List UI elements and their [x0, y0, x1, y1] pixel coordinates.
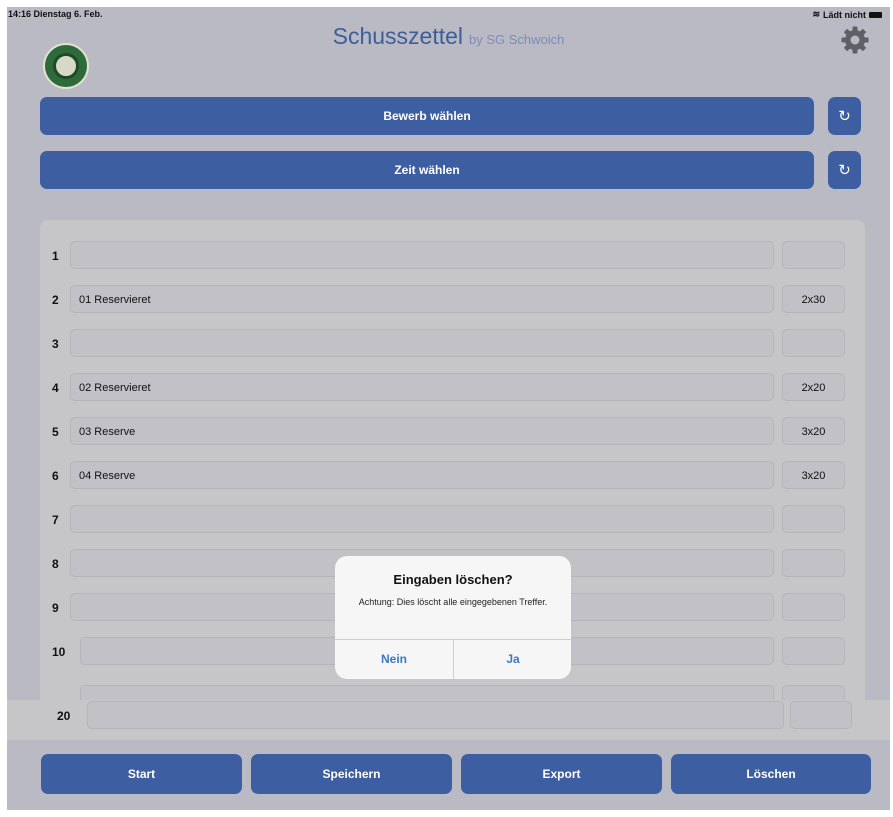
dialog-message: Achtung: Dies löscht alle eingegebenen T…: [358, 597, 548, 607]
delete-confirm-dialog: Eingaben löschen? Achtung: Dies löscht a…: [335, 556, 571, 679]
row-count-field[interactable]: [782, 593, 845, 621]
list-row: 4 02 Reservieret 2x20: [40, 373, 865, 403]
row-count-field[interactable]: 2x20: [782, 373, 845, 401]
status-time-date: 14:16 Dienstag 6. Feb.: [8, 9, 103, 19]
row-count-field[interactable]: 3x20: [782, 417, 845, 445]
bewerb-reset-button[interactable]: ↻: [828, 97, 861, 135]
reset-icon: ↻: [838, 108, 851, 125]
row-count-field[interactable]: 2x30: [782, 285, 845, 313]
gear-icon[interactable]: [840, 25, 870, 55]
row-name-field[interactable]: 01 Reservieret: [70, 285, 774, 313]
dialog-yes-button[interactable]: Ja: [454, 640, 571, 679]
bewerb-select-button[interactable]: Bewerb wählen: [40, 97, 814, 135]
row-name-field[interactable]: 03 Reserve: [70, 417, 774, 445]
row-count-field[interactable]: [782, 241, 845, 269]
list-row: 7: [40, 505, 865, 535]
app-title: Schusszettel by SG Schwoich: [7, 23, 890, 50]
wifi-icon: ≋: [812, 9, 820, 19]
status-bar: 14:16 Dienstag 6. Feb. ≋ Lädt nicht: [7, 7, 890, 23]
zeit-select-button[interactable]: Zeit wählen: [40, 151, 814, 189]
row-name-field[interactable]: [70, 241, 774, 269]
export-button[interactable]: Export: [461, 754, 662, 794]
logo-emblem: [53, 53, 79, 79]
list-row: 5 03 Reserve 3x20: [40, 417, 865, 447]
status-right: ≋ Lädt nicht: [812, 9, 882, 20]
row-20-name-field[interactable]: [87, 701, 784, 729]
list-row: 3: [40, 329, 865, 359]
row-count-field[interactable]: 3x20: [782, 461, 845, 489]
row-number-20: 20: [57, 709, 71, 723]
row-count-field[interactable]: [782, 549, 845, 577]
charging-status: Lädt nicht: [823, 9, 866, 20]
list-row: 6 04 Reserve 3x20: [40, 461, 865, 491]
row-name-field[interactable]: [70, 329, 774, 357]
app-screen: 14:16 Dienstag 6. Feb. ≋ Lädt nicht Schu…: [7, 7, 890, 810]
dialog-no-button[interactable]: Nein: [335, 640, 453, 679]
reset-icon: ↻: [838, 162, 851, 179]
start-button[interactable]: Start: [41, 754, 242, 794]
dialog-title: Eingaben löschen?: [393, 572, 513, 587]
row-count-field[interactable]: [782, 329, 845, 357]
row-count-field[interactable]: [782, 505, 845, 533]
delete-button[interactable]: Löschen: [671, 754, 871, 794]
row-20-count-field[interactable]: [790, 701, 852, 729]
list-row: 1: [40, 241, 865, 271]
battery-icon: [869, 11, 882, 18]
save-button[interactable]: Speichern: [251, 754, 452, 794]
row-name-field[interactable]: [70, 505, 774, 533]
row-count-field[interactable]: [782, 637, 845, 665]
row-name-field[interactable]: 04 Reserve: [70, 461, 774, 489]
list-row: 2 01 Reservieret 2x30: [40, 285, 865, 315]
row-name-field[interactable]: 02 Reservieret: [70, 373, 774, 401]
row-number: 10: [52, 645, 66, 659]
zeit-reset-button[interactable]: ↻: [828, 151, 861, 189]
title-subtitle: by SG Schwoich: [469, 32, 565, 47]
title-main: Schusszettel: [332, 23, 464, 49]
